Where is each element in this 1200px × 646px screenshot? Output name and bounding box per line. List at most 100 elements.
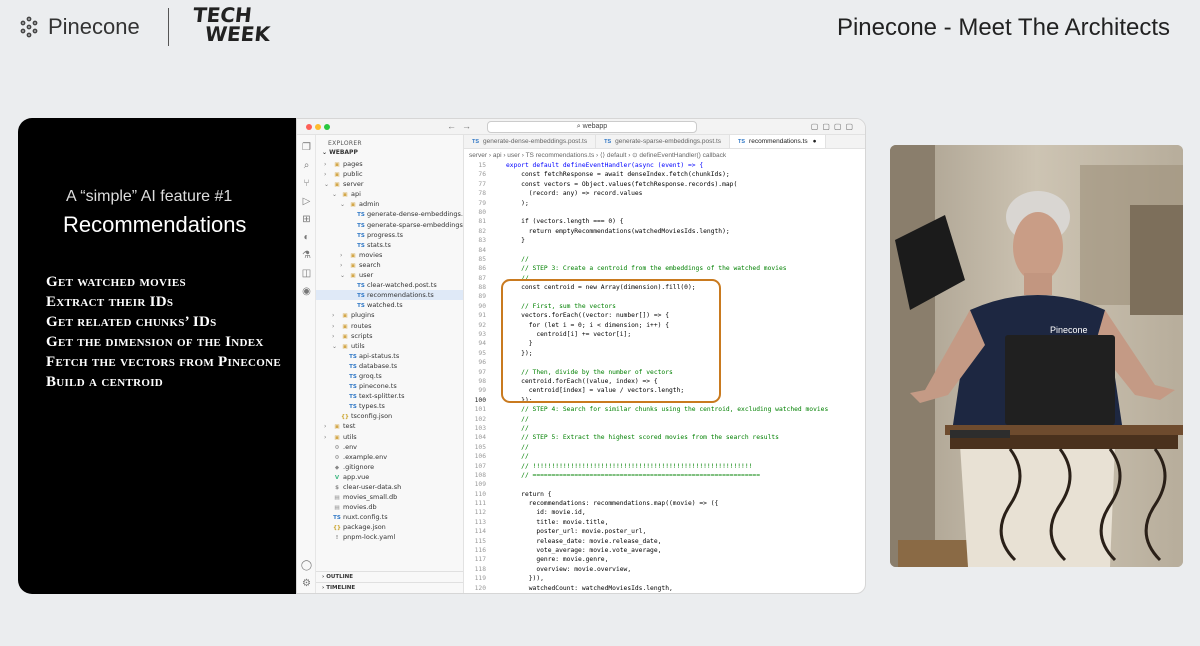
tree-item[interactable]: ⌄ ▣ api [316, 189, 463, 199]
code-text: // [506, 255, 529, 263]
code-line[interactable]: 118 overview: movie.overview, [464, 565, 865, 574]
code-line[interactable]: 112 id: movie.id, [464, 508, 865, 517]
docker-icon[interactable]: ◫ [297, 268, 316, 279]
tree-item[interactable]: › ▣ test [316, 421, 463, 431]
tree-item[interactable]: TS groq.ts [316, 371, 463, 381]
tree-item[interactable]: ▤ movies_small.db [316, 492, 463, 502]
tree-item[interactable]: TS types.ts [316, 401, 463, 411]
extensions-icon[interactable]: ⊞ [297, 214, 316, 225]
code-line[interactable]: 85 // [464, 255, 865, 264]
code-line[interactable]: 114 poster_url: movie.poster_url, [464, 527, 865, 536]
code-line[interactable]: 121 }; [464, 593, 865, 594]
tab-generate-dense[interactable]: TS generate-dense-embeddings.post.ts [464, 135, 597, 148]
layout-toggle-icons[interactable]: ▢▢▢▢ [811, 122, 857, 131]
command-search-input[interactable]: ⌕ webapp [487, 121, 697, 133]
source-control-icon[interactable]: ⑂ [297, 178, 316, 189]
tree-item[interactable]: › ▣ public [316, 169, 463, 179]
tree-item[interactable]: TS watched.ts [316, 300, 463, 310]
tree-item[interactable]: ⌄ ▣ utils [316, 341, 463, 351]
testing-icon[interactable]: ⚗ [297, 250, 316, 261]
minimize-window-button[interactable] [315, 124, 321, 130]
code-line[interactable]: 82 return emptyRecommendations(watchedMo… [464, 227, 865, 236]
workspace-root[interactable]: ⌄ WEBAPP [316, 149, 463, 159]
code-line[interactable]: 110 return { [464, 490, 865, 499]
tree-item[interactable]: Vapp.vue [316, 472, 463, 482]
remote-icon[interactable]: ◐ [297, 232, 316, 243]
tree-item[interactable]: TS nuxt.config.ts [316, 512, 463, 522]
code-line[interactable]: 104 // STEP 5: Extract the highest score… [464, 433, 865, 442]
tree-item[interactable]: TS clear-watched.post.ts [316, 280, 463, 290]
code-line[interactable]: 120 watchedCount: watchedMoviesIds.lengt… [464, 584, 865, 593]
tree-item[interactable]: TS pinecone.ts [316, 381, 463, 391]
files-icon[interactable]: ❐ [297, 142, 316, 153]
line-number: 97 [478, 368, 486, 376]
close-window-button[interactable] [306, 124, 312, 130]
tree-item[interactable]: ⚙ .example.env [316, 452, 463, 462]
tree-item[interactable]: ▤ movies.db [316, 502, 463, 512]
tree-item[interactable]: {} package.json [316, 522, 463, 532]
code-line[interactable]: 80 [464, 208, 865, 217]
code-line[interactable]: 84 [464, 246, 865, 255]
tree-item[interactable]: $ clear-user-data.sh [316, 482, 463, 492]
code-line[interactable]: 76 const fetchResponse = await denseInde… [464, 170, 865, 179]
code-line[interactable]: 106 // [464, 452, 865, 461]
code-line[interactable]: 116 vote_average: movie.vote_average, [464, 546, 865, 555]
code-line[interactable]: 78 (record: any) => record.values [464, 189, 865, 198]
unsaved-dot-icon[interactable]: ● [813, 138, 817, 145]
tab-recommendations[interactable]: TS recommendations.ts ● [730, 135, 826, 148]
account-icon[interactable]: ◯ [297, 560, 316, 571]
typescript-icon: TS [738, 139, 746, 145]
code-line[interactable]: 115 release_date: movie.release_date, [464, 537, 865, 546]
tree-item[interactable]: TS progress.ts [316, 230, 463, 240]
breadcrumb[interactable]: server › api › user › TS recommendations… [469, 151, 726, 159]
code-line[interactable]: 79 ); [464, 199, 865, 208]
outline-section[interactable]: › OUTLINE [316, 571, 463, 582]
code-line[interactable]: 113 title: movie.title, [464, 518, 865, 527]
code-line[interactable]: 109 [464, 480, 865, 489]
code-line[interactable]: 102 // [464, 415, 865, 424]
tree-item[interactable]: › ▣ pages [316, 159, 463, 169]
tree-item[interactable]: TS recommendations.ts [316, 290, 463, 301]
tree-item[interactable]: › ▣ scripts [316, 331, 463, 341]
code-line[interactable]: 117 genre: movie.genre, [464, 555, 865, 564]
tree-item[interactable]: › ▣ routes [316, 321, 463, 331]
tree-item[interactable]: TS stats.ts [316, 240, 463, 250]
code-line[interactable]: 111 recommendations: recommendations.map… [464, 499, 865, 508]
code-line[interactable]: 86 // STEP 3: Create a centroid from the… [464, 264, 865, 273]
tree-item[interactable]: TS text-splitter.ts [316, 391, 463, 401]
timeline-section[interactable]: › TIMELINE [316, 582, 463, 593]
history-arrows[interactable]: ←→ [447, 121, 477, 131]
tree-item[interactable]: TSgenerate-sparse-embeddings.p... [316, 220, 463, 230]
code-line[interactable]: 101 // STEP 4: Search for similar chunks… [464, 405, 865, 414]
tree-item[interactable]: ⌄ ▣ user [316, 270, 463, 280]
tab-generate-sparse[interactable]: TS generate-sparse-embeddings.post.ts [596, 135, 731, 148]
tree-item[interactable]: › ▣ utils [316, 432, 463, 442]
code-line[interactable]: 107 // !!!!!!!!!!!!!!!!!!!!!!!!!!!!!!!!!… [464, 462, 865, 471]
code-line[interactable]: 15 export default defineEventHandler(asyn… [464, 161, 865, 170]
code-line[interactable]: 119 })), [464, 574, 865, 583]
tree-item[interactable]: ◆ .gitignore [316, 462, 463, 472]
code-line[interactable]: 105 // [464, 443, 865, 452]
code-line[interactable]: 103 // [464, 424, 865, 433]
search-icon[interactable]: ⌕ [297, 160, 316, 171]
tree-item[interactable]: {} tsconfig.json [316, 411, 463, 421]
tree-item[interactable]: TS api-status.ts [316, 351, 463, 361]
tree-item[interactable]: TS database.ts [316, 361, 463, 371]
tree-item[interactable]: ⌄ ▣ server [316, 179, 463, 189]
tree-item[interactable]: ⌄ ▣ admin [316, 199, 463, 209]
code-line[interactable]: 83 } [464, 236, 865, 245]
tree-item[interactable]: › ▣ movies [316, 250, 463, 260]
code-line[interactable]: 108 // =================================… [464, 471, 865, 480]
tree-item[interactable]: ⚙ .env [316, 442, 463, 452]
code-line[interactable]: 81 if (vectors.length === 0) { [464, 217, 865, 226]
run-debug-icon[interactable]: ▷ [297, 196, 316, 207]
tree-item[interactable]: ! pnpm-lock.yaml [316, 532, 463, 542]
line-number: 94 [478, 340, 486, 348]
tree-item[interactable]: › ▣ search [316, 260, 463, 270]
code-line[interactable]: 77 const vectors = Object.values(fetchRe… [464, 180, 865, 189]
settings-gear-icon[interactable]: ⚙ [297, 578, 316, 589]
gitlens-icon[interactable]: ◉ [297, 286, 316, 297]
tree-item[interactable]: TSgenerate-dense-embeddings.po... [316, 209, 463, 219]
tree-item[interactable]: › ▣ plugins [316, 310, 463, 320]
zoom-window-button[interactable] [324, 124, 330, 130]
